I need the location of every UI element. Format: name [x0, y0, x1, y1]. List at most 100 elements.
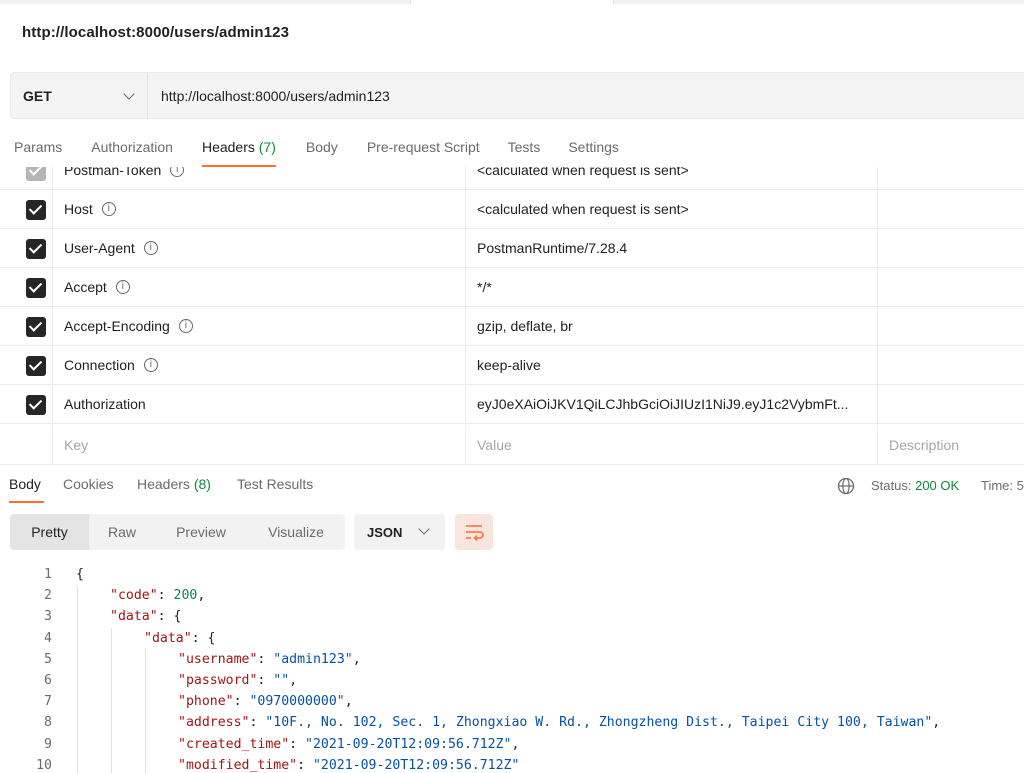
- code-line: 4 "data": {: [0, 628, 1024, 649]
- header-key: Accept-Encoding: [64, 318, 170, 334]
- table-row: Accept i */*: [0, 268, 1024, 307]
- header-key: User-Agent: [64, 240, 135, 256]
- checkbox-checked-icon[interactable]: [26, 317, 46, 337]
- chevron-down-icon: [123, 87, 135, 100]
- checkbox-checked-icon[interactable]: [26, 200, 46, 220]
- json-string: "10F., No. 102, Sec. 1, Zhongxiao W. Rd.…: [265, 715, 933, 731]
- description-placeholder: Description: [889, 436, 960, 453]
- headers-table: Postman-Token i <calculated when request …: [0, 167, 1024, 465]
- header-key-cell[interactable]: Accept-Encoding i: [53, 307, 466, 345]
- json-punctuation: ,: [932, 715, 941, 731]
- code-text: "address": "10F., No. 102, Sec. 1, Zhong…: [178, 712, 940, 733]
- header-value-cell[interactable]: gzip, deflate, br: [466, 307, 878, 345]
- response-status[interactable]: Status: 200 OK: [871, 478, 959, 493]
- request-title[interactable]: http://localhost:8000/users/admin123: [22, 24, 289, 41]
- tab-response-body[interactable]: Body: [9, 476, 41, 492]
- response-time[interactable]: Time: 5: [981, 478, 1024, 493]
- header-key: Host: [64, 201, 93, 217]
- info-icon[interactable]: i: [115, 280, 130, 294]
- tab-label: Body: [305, 139, 338, 155]
- json-key: "username": [178, 651, 258, 667]
- header-description-cell[interactable]: [878, 229, 1024, 267]
- tab-cookies[interactable]: Cookies: [63, 476, 114, 492]
- chevron-down-icon: [418, 523, 430, 535]
- checkbox-checked-icon[interactable]: [26, 356, 46, 376]
- header-key-cell[interactable]: Accept i: [53, 268, 466, 306]
- header-value-cell[interactable]: */*: [466, 268, 878, 306]
- header-description-cell[interactable]: [878, 385, 1024, 423]
- line-number: 9: [44, 736, 52, 752]
- pretty-button[interactable]: Pretty: [10, 514, 89, 550]
- visualize-button[interactable]: Visualize: [247, 514, 345, 550]
- preview-button[interactable]: Preview: [155, 514, 247, 550]
- line-number: 10: [36, 757, 52, 773]
- info-icon[interactable]: i: [143, 241, 158, 255]
- line-number: 1: [44, 567, 52, 582]
- format-label: JSON: [367, 524, 403, 540]
- checkbox-checked-icon[interactable]: [26, 395, 46, 415]
- value-input[interactable]: Value: [466, 425, 878, 464]
- line-number: 5: [44, 651, 52, 667]
- header-key-cell[interactable]: Postman-Token i: [53, 167, 466, 189]
- header-description-cell[interactable]: [878, 307, 1024, 345]
- header-description-cell[interactable]: [878, 346, 1024, 384]
- tab-pre-request-script[interactable]: Pre-request Script: [367, 133, 480, 167]
- checkbox-checked-icon[interactable]: [26, 167, 46, 181]
- checkbox-checked-icon[interactable]: [26, 239, 46, 259]
- header-value-cell[interactable]: eyJ0eXAiOiJKV1QiLCJhbGciOiJIUzI1NiJ9.eyJ…: [466, 385, 878, 423]
- checkbox-checked-icon[interactable]: [26, 278, 46, 298]
- header-key-cell[interactable]: Authorization: [53, 385, 466, 423]
- tab-authorization[interactable]: Authorization: [91, 133, 173, 167]
- tab-settings[interactable]: Settings: [568, 133, 619, 167]
- tab-headers[interactable]: Headers (7): [201, 133, 276, 167]
- header-description-cell[interactable]: [878, 167, 1024, 189]
- header-key-cell[interactable]: User-Agent i: [53, 229, 466, 267]
- header-description-cell[interactable]: [878, 268, 1024, 306]
- header-key-cell[interactable]: Connection i: [53, 346, 466, 384]
- json-punctuation: ,: [289, 673, 298, 688]
- header-key-cell[interactable]: Host i: [53, 190, 466, 228]
- description-input[interactable]: Description: [878, 425, 1024, 464]
- value-placeholder: Value: [477, 436, 512, 453]
- raw-button[interactable]: Raw: [89, 514, 155, 550]
- header-value: gzip, deflate, br: [477, 318, 573, 334]
- header-value-cell[interactable]: keep-alive: [466, 346, 878, 384]
- header-value-cell[interactable]: <calculated when request is sent>: [466, 190, 878, 228]
- format-select[interactable]: JSON: [354, 514, 445, 550]
- code-line: 5 "username": "admin123",: [0, 649, 1024, 670]
- checkbox-cell: [0, 167, 53, 189]
- header-description-cell[interactable]: [878, 190, 1024, 228]
- url-input[interactable]: http://localhost:8000/users/admin123: [148, 88, 390, 104]
- globe-icon[interactable]: [837, 477, 855, 495]
- wrap-lines-button[interactable]: [455, 514, 493, 550]
- header-value-cell[interactable]: <calculated when request is sent>: [466, 167, 878, 189]
- response-body-viewer[interactable]: 1{2 "code": 200, 3 "data": {4 "data": {5 "use…: [0, 564, 1024, 773]
- header-value-cell[interactable]: PostmanRuntime/7.28.4: [466, 229, 878, 267]
- tab-body[interactable]: Body: [306, 133, 338, 167]
- header-key: Accept: [64, 279, 107, 295]
- key-input[interactable]: Key: [53, 425, 466, 464]
- tab-response-headers[interactable]: Headers (8): [137, 476, 211, 492]
- json-key: "code": [110, 588, 158, 604]
- tab-label: Pre-request Script: [366, 139, 480, 155]
- info-icon[interactable]: i: [143, 358, 158, 372]
- method-select[interactable]: GET: [11, 73, 148, 118]
- info-icon[interactable]: i: [170, 167, 185, 177]
- info-icon[interactable]: i: [178, 319, 193, 333]
- tab-test-results[interactable]: Test Results: [237, 476, 313, 492]
- checkbox-cell: [0, 385, 53, 423]
- wrap-lines-icon: [466, 525, 484, 542]
- info-icon[interactable]: i: [101, 202, 116, 216]
- code-text: "password": "",: [178, 670, 297, 691]
- code-line: 7 "phone": "0970000000",: [0, 691, 1024, 712]
- header-value: keep-alive: [477, 357, 541, 373]
- tab-tests[interactable]: Tests: [508, 133, 541, 167]
- header-key: Authorization: [64, 396, 146, 412]
- checkbox-cell: [0, 190, 53, 228]
- tab-params[interactable]: Params: [14, 133, 62, 167]
- code-line: 1{: [0, 564, 1024, 585]
- header-value: <calculated when request is sent>: [477, 201, 689, 217]
- status-label: Status:: [871, 478, 912, 493]
- code-text: "modified_time": "2021-09-20T12:09:56.71…: [178, 755, 519, 773]
- active-window-tab[interactable]: [410, 0, 614, 4]
